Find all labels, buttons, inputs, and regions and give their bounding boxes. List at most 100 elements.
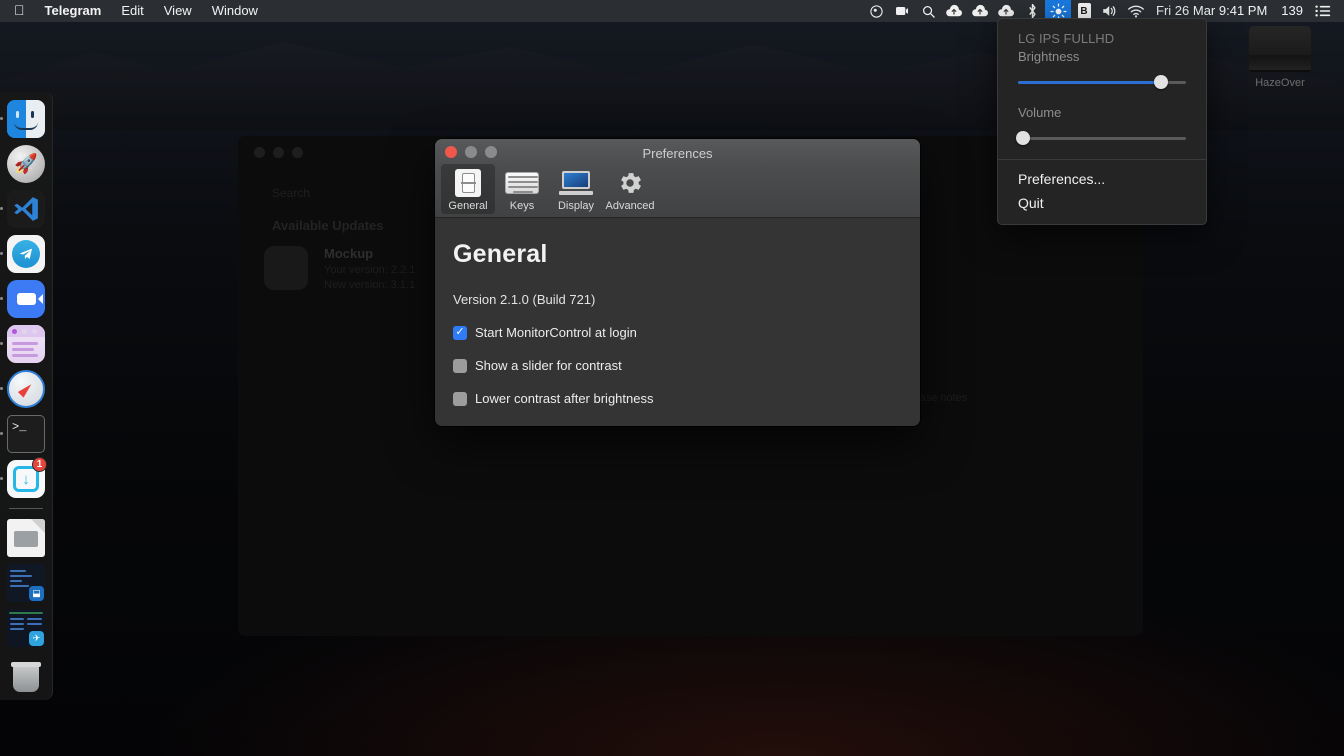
preferences-window[interactable]: Preferences General Keys Display Advance… [435,139,920,426]
dock-item-downloader[interactable]: 1 ↓ [0,457,47,498]
menu-item-window[interactable]: Window [202,0,268,22]
panel-volume-label: Volume [1018,105,1062,120]
volume-slider[interactable] [1016,131,1186,145]
dock-item-terminal[interactable]: >_ [0,415,45,453]
brightness-slider[interactable] [1018,75,1186,89]
checkbox-row-lower-contrast[interactable]: Lower contrast after brightness [453,391,892,406]
running-indicator-dot [0,342,3,345]
monitorcontrol-menu-panel: LG IPS FULLHD Brightness Volume Preferen… [997,18,1207,225]
running-indicator-dot [0,387,3,390]
dock-item-zoom[interactable] [0,280,45,318]
apple-icon[interactable]:  [10,3,35,19]
page-title: General [453,240,548,268]
volume-slider-track [1018,137,1186,140]
running-indicator-dot [0,117,3,120]
background-search-field[interactable]: Search [272,186,310,200]
dock-item-notes[interactable] [0,325,45,363]
vscode-icon [7,190,45,228]
mockup-current-version: Your version: 2.2.1 [324,264,416,276]
menu-item-edit[interactable]: Edit [111,0,153,22]
version-text: Version 2.1.0 (Build 721) [453,292,596,307]
volume-slider-knob[interactable] [1016,131,1031,145]
running-indicator-dot [0,477,3,480]
terminal-icon: >_ [7,415,45,453]
background-update-row[interactable]: Mockup Your version: 2.2.1 New version: … [264,246,415,291]
menu-item-telegram[interactable]: Telegram [35,0,112,22]
checkbox-unchecked-icon[interactable] [453,358,467,373]
tab-advanced-label: Advanced [605,200,655,212]
search-icon[interactable] [915,0,941,22]
app-overlay-badge: ⬓ [29,586,44,601]
slider-panel-icon [455,167,481,199]
running-indicator-dot [0,207,3,210]
tab-keys-label: Keys [509,200,535,212]
telegram-overlay-badge: ✈ [29,631,44,646]
running-indicator-dot [0,432,3,435]
screen-share-icon[interactable] [889,0,915,22]
running-indicator-dot [0,297,3,300]
brightness-slider-fill [1018,81,1161,84]
dock-item-vscode[interactable] [0,190,45,228]
running-indicator-dot [0,252,3,255]
dock-item-safari[interactable] [0,370,45,408]
checkbox-row-start-at-login[interactable]: ✓ Start MonitorControl at login [453,325,892,340]
dock-item-finder[interactable] [0,100,45,138]
panel-quit-item[interactable]: Quit [998,191,1206,215]
dock-badge-count: 1 [32,457,47,472]
document-icon [7,519,45,557]
menu-item-view[interactable]: View [154,0,202,22]
mockup-app-name: Mockup [324,246,374,261]
dock-separator [9,508,43,509]
telegram-icon [12,240,40,268]
window-title: Preferences [642,146,713,161]
checkbox-label-contrast-slider: Show a slider for contrast [475,358,622,373]
dock-trash[interactable] [7,654,45,692]
panel-actions-section: Preferences... Quit [998,160,1206,224]
brightness-slider-knob[interactable] [1153,75,1168,89]
disk-image-icon [1249,26,1311,72]
cloud-upload-icon-2[interactable] [967,0,993,22]
tab-keys[interactable]: Keys [495,164,549,214]
menubar-counter[interactable]: 139 [1274,0,1310,22]
tab-display[interactable]: Display [549,164,603,214]
dock-item-launchpad[interactable]: 🚀 [7,145,45,183]
preferences-content: General Version 2.1.0 (Build 721) ✓ Star… [435,218,920,426]
compass-needle-icon [17,380,35,398]
dock: 🚀 >_ 1 ↓ ⬓ ✈ [0,92,53,700]
dock-file-screenshot-1[interactable]: ⬓ [7,564,45,602]
screenshot-thumbnail-icon: ⬓ [7,564,45,602]
mockup-new-version: New version: 3.1.1 [324,279,416,291]
background-window-controls[interactable] [254,147,303,158]
video-camera-icon [16,293,43,305]
dock-file-screenshot-2[interactable]: ✈ [7,609,45,647]
checkbox-label-lower-contrast: Lower contrast after brightness [475,391,654,406]
dock-file-document[interactable] [7,519,45,557]
desktop-icon-hazeover[interactable]: HazeOver [1240,22,1320,89]
panel-preferences-item[interactable]: Preferences... [998,167,1206,191]
mockup-app-icon [264,246,308,290]
desktop-screen: HazeOver Update Search Available Updates… [0,0,1344,756]
background-section-title: Available Updates [272,218,384,233]
checkbox-checked-icon[interactable]: ✓ [453,325,467,340]
panel-display-name: LG IPS FULLHD [1018,31,1115,46]
tab-general[interactable]: General [441,164,495,214]
checkbox-unchecked-icon[interactable] [453,391,467,406]
desktop-icon-label: HazeOver [1255,77,1305,89]
panel-sliders-section: LG IPS FULLHD Brightness Volume [998,19,1206,159]
trash-icon [11,662,41,692]
cloud-upload-icon-1[interactable] [941,0,967,22]
checkbox-label-start-at-login: Start MonitorControl at login [475,325,637,340]
laptop-display-icon [559,167,593,199]
preferences-tabbar: General Keys Display Advanced [435,164,657,214]
gear-icon [616,167,644,199]
screenshot-thumbnail-icon: ✈ [7,609,45,647]
checkbox-row-contrast-slider[interactable]: Show a slider for contrast [453,358,892,373]
dock-item-telegram[interactable] [0,235,45,273]
preferences-toolbar: Preferences General Keys Display Advance… [435,139,920,218]
rocket-icon: 🚀 [14,154,38,175]
tab-advanced[interactable]: Advanced [603,164,657,214]
list-icon[interactable] [1310,0,1336,22]
tab-general-label: General [448,200,488,212]
recording-icon[interactable] [863,0,889,22]
tab-display-label: Display [557,200,595,212]
